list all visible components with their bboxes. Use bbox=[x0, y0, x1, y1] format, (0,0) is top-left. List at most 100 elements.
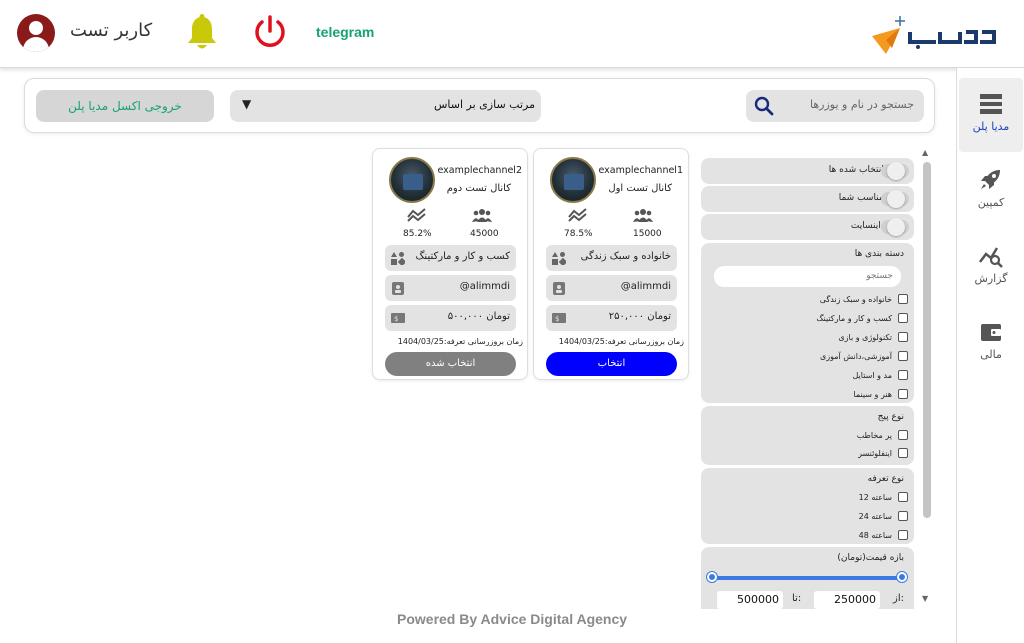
admin-username: @alimmdi bbox=[620, 281, 671, 292]
checkbox[interactable] bbox=[898, 313, 908, 323]
checkbox[interactable] bbox=[898, 492, 908, 502]
tariff-checkbox-row[interactable]: 12 ساعته bbox=[859, 490, 908, 504]
checkbox-label: خانواده و سبک زندگی bbox=[819, 294, 892, 304]
checkbox[interactable] bbox=[898, 332, 908, 342]
checkbox-label: پر مخاطب bbox=[856, 430, 892, 440]
sidebar-item-finance[interactable]: مالی bbox=[959, 306, 1023, 380]
selected-button[interactable]: انتخاب شده bbox=[385, 352, 516, 376]
checkbox[interactable] bbox=[898, 389, 908, 399]
members-icon bbox=[633, 209, 653, 222]
checkbox-label: مد و استایل bbox=[852, 370, 893, 380]
checkbox-label: آموزشی،دانش آموزی bbox=[820, 351, 892, 361]
user-name: کاربر تست bbox=[70, 20, 153, 41]
scrollbar-thumb[interactable] bbox=[923, 162, 931, 518]
admin-row: @alimmdi bbox=[546, 275, 677, 301]
checkbox-label: اینفلوئنسر bbox=[858, 448, 892, 458]
toggle-knob[interactable] bbox=[887, 218, 905, 236]
filter-panel: فقط انتخاب شده ها فقط مناسب شما دارای ای… bbox=[693, 148, 935, 609]
checkbox-label: کسب و کار و مارکتینگ bbox=[816, 313, 892, 323]
category-search-input[interactable]: جستجو bbox=[714, 266, 901, 287]
filter-scrollbar[interactable]: ▲ ▼ bbox=[919, 148, 935, 609]
money-icon: $ bbox=[391, 313, 405, 323]
price-to-input[interactable]: 500000 bbox=[717, 591, 783, 609]
price-from-input[interactable]: 250000 bbox=[814, 591, 880, 609]
user-avatar-icon[interactable] bbox=[17, 14, 55, 52]
id-badge-icon bbox=[553, 282, 565, 295]
category-checkbox-row[interactable]: تکنولوژی و بازی bbox=[838, 330, 908, 344]
checkbox[interactable] bbox=[898, 351, 908, 361]
tariff-checkbox-row[interactable]: 24 ساعته bbox=[859, 509, 908, 523]
sort-dropdown[interactable]: مرتب سازی بر اساس ▼ bbox=[230, 90, 541, 122]
category-checkbox-row[interactable]: کسب و کار و مارکتینگ bbox=[816, 311, 908, 325]
tariff-checkbox-row[interactable]: 48 ساعته bbox=[859, 528, 908, 542]
toggle-has-insight[interactable]: دارای اینسایت bbox=[701, 214, 914, 240]
toggle-suitable-only[interactable]: فقط مناسب شما bbox=[701, 186, 914, 212]
search-input[interactable]: جستجو در نام و یوزرها bbox=[746, 90, 924, 122]
price-value: ۵۰۰,۰۰۰ تومان bbox=[447, 311, 510, 322]
members-count: 15000 bbox=[633, 229, 662, 239]
export-excel-button[interactable]: خروجی اکسل مدیا پلن bbox=[36, 90, 214, 122]
wallet-icon bbox=[981, 324, 1001, 341]
report-icon bbox=[979, 247, 1003, 268]
sidebar-item-label: گزارش bbox=[974, 272, 1008, 285]
checkbox[interactable] bbox=[898, 511, 908, 521]
sort-label: مرتب سازی بر اساس bbox=[434, 98, 535, 111]
toolbar: جستجو در نام و یوزرها مرتب سازی بر اساس … bbox=[24, 78, 935, 133]
engagement-icon bbox=[407, 208, 426, 222]
price-slider-track[interactable] bbox=[712, 576, 904, 580]
bell-icon[interactable] bbox=[186, 14, 218, 52]
checkbox[interactable] bbox=[898, 294, 908, 304]
engagement-icon bbox=[568, 208, 587, 222]
money-icon: $ bbox=[552, 313, 566, 323]
admin-row: @alimmdi bbox=[385, 275, 516, 301]
group-title: نوع پیج bbox=[877, 412, 904, 422]
toggle-knob[interactable] bbox=[887, 190, 905, 208]
search-placeholder: جستجو در نام و یوزرها bbox=[810, 98, 914, 111]
category-checkbox-row[interactable]: خانواده و سبک زندگی bbox=[820, 292, 908, 306]
checkbox[interactable] bbox=[898, 530, 908, 540]
media-plan-icon bbox=[980, 94, 1002, 114]
checkbox[interactable] bbox=[898, 448, 908, 458]
scroll-down-icon[interactable]: ▼ bbox=[922, 594, 928, 603]
price-value: ۲۵۰,۰۰۰ تومان bbox=[608, 311, 671, 322]
sidebar-item-campaign[interactable]: کمپین bbox=[959, 154, 1023, 228]
sidebar-item-label: مالی bbox=[980, 348, 1002, 361]
category-shapes-icon bbox=[552, 252, 566, 265]
toggle-knob[interactable] bbox=[887, 162, 905, 180]
price-slider-min-handle[interactable] bbox=[707, 572, 717, 582]
channel-username: examplechannel1 bbox=[598, 165, 683, 176]
search-icon[interactable] bbox=[754, 96, 774, 116]
checkbox[interactable] bbox=[898, 430, 908, 440]
footer-credit: Powered By Advice Digital Agency bbox=[397, 611, 628, 627]
members-count: 45000 bbox=[470, 229, 499, 239]
telegram-link[interactable]: telegram bbox=[316, 24, 374, 40]
tariff-type-filter-group: نوع تعرفه 12 ساعته 24 ساعته 48 ساعته bbox=[701, 468, 914, 544]
category-checkbox-row[interactable]: هنر و سینما bbox=[853, 387, 908, 401]
category-search-placeholder: جستجو bbox=[866, 271, 893, 281]
category-checkbox-row[interactable]: آموزشی،دانش آموزی bbox=[820, 349, 908, 363]
price-slider-max-handle[interactable] bbox=[897, 572, 907, 582]
members-icon bbox=[472, 209, 492, 222]
checkbox-label: تکنولوژی و بازی bbox=[838, 332, 892, 342]
page-type-checkbox-row[interactable]: اینفلوئنسر bbox=[858, 446, 908, 460]
page-type-checkbox-row[interactable]: پر مخاطب bbox=[857, 428, 908, 442]
admin-username: @alimmdi bbox=[459, 281, 510, 292]
checkbox[interactable] bbox=[898, 370, 908, 380]
engagement-rate: 85.2% bbox=[403, 229, 432, 239]
category-row: خانواده و سبک زندگی bbox=[546, 245, 677, 271]
id-badge-icon bbox=[392, 282, 404, 295]
toggle-selected-only[interactable]: فقط انتخاب شده ها bbox=[701, 158, 914, 184]
page-type-filter-group: نوع پیج پر مخاطب اینفلوئنسر bbox=[701, 406, 914, 465]
sidebar-item-report[interactable]: گزارش bbox=[959, 230, 1023, 304]
price-from-label: از: bbox=[893, 593, 904, 604]
category-shapes-icon bbox=[391, 252, 405, 265]
channel-avatar bbox=[550, 157, 596, 203]
category-checkbox-row[interactable]: مد و استایل bbox=[852, 368, 908, 382]
sidebar-item-media-plan[interactable]: مدیا پلن bbox=[959, 78, 1023, 152]
svg-text:$: $ bbox=[555, 315, 559, 323]
scroll-up-icon[interactable]: ▲ bbox=[922, 148, 928, 157]
update-time: زمان بروزرسانی تعرفه:1404/03/25 bbox=[397, 337, 523, 346]
select-button[interactable]: انتخاب bbox=[546, 352, 677, 376]
engagement-rate: 78.5% bbox=[564, 229, 593, 239]
power-icon[interactable] bbox=[252, 14, 288, 50]
